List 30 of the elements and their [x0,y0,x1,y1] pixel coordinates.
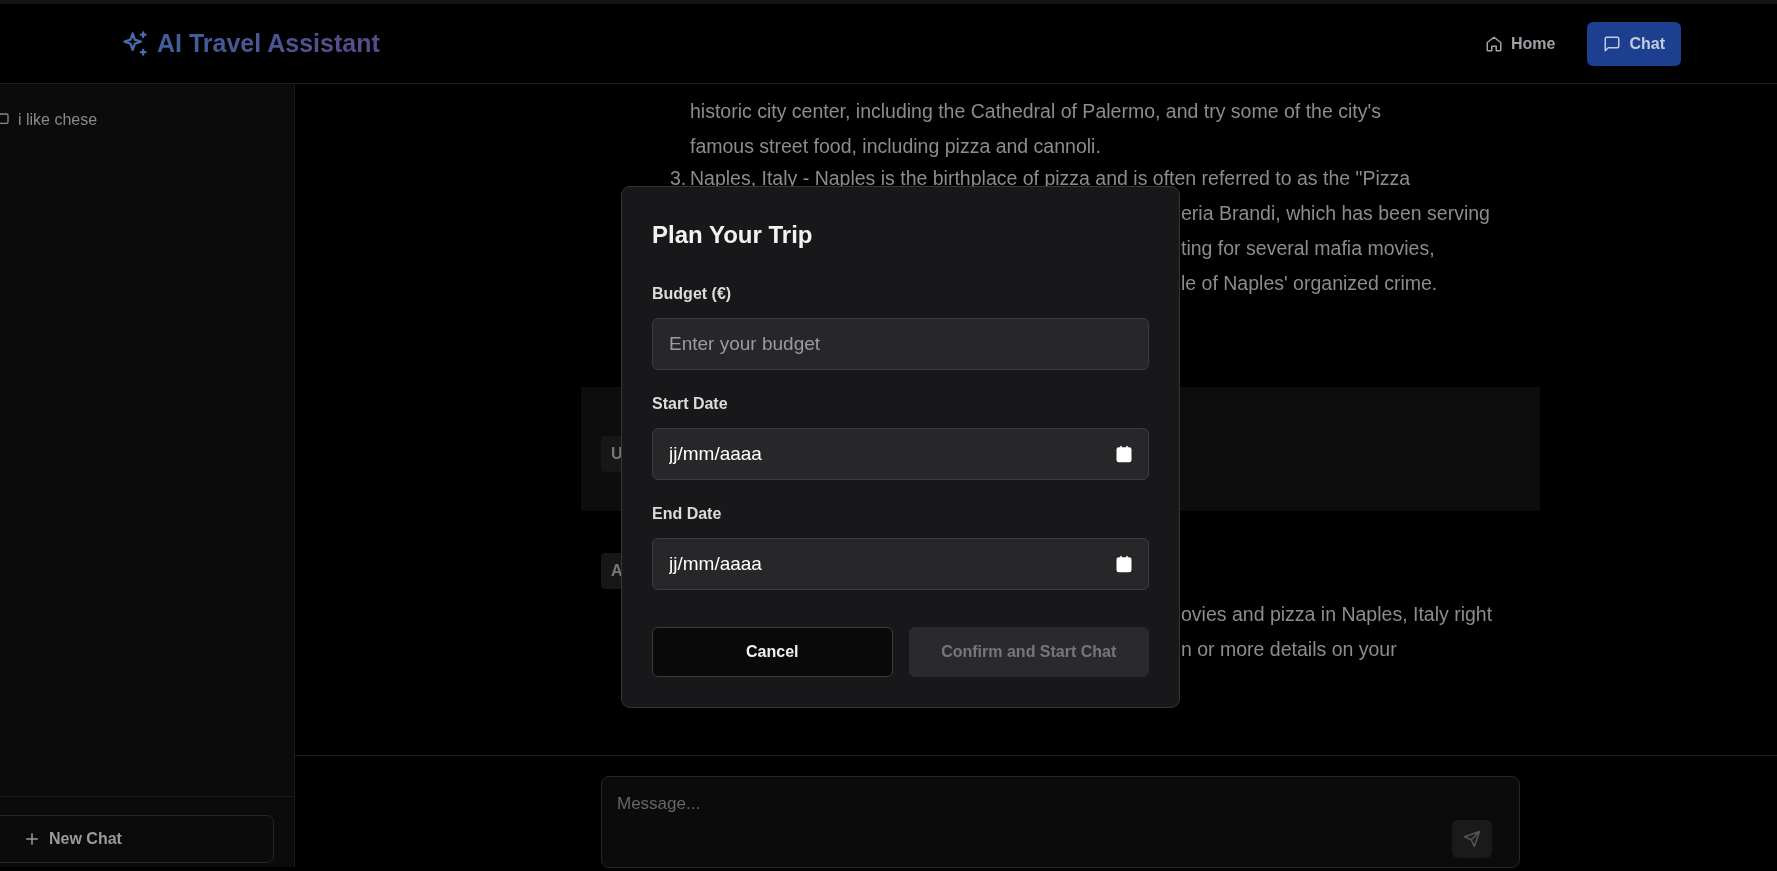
field-label: End Date [652,503,722,524]
new-chat-button[interactable]: New Chat [0,815,274,863]
chat-icon [1603,34,1622,53]
message-text: historic city center, including the Cathedral of Palermo, and try some of the city's [690,99,1382,124]
list-number: 3. [670,166,688,191]
chat-history-item[interactable]: i like chese [0,98,294,142]
sparkle-icon [121,29,149,58]
send-icon [1463,830,1481,848]
message-input[interactable]: Message... [601,776,1520,868]
home-icon [1485,34,1503,53]
date-field[interactable]: jj/mm/aaaa [652,427,1149,480]
nav-link[interactable]: Home [1469,21,1572,66]
field-label: Budget (€) [652,283,732,304]
nav-link[interactable]: Chat [1587,21,1681,66]
message-text: Naples, Italy - Naples is the birthplace of pizza and is often referred to as the "Pizza [690,166,1411,191]
message-text: n or more details on your [1181,638,1397,660]
message-text: eria Brandi, which has been serving [1181,202,1490,224]
calendar-icon [1115,444,1133,463]
message-text: le of Naples' organized crime. [1181,272,1438,294]
plus-icon [23,830,41,848]
message-text: ting for several mafia movies, [1181,237,1435,259]
cancel-button[interactable]: Cancel [652,626,893,677]
date-field[interactable]: jj/mm/aaaa [652,537,1149,590]
dialog-title: Plan Your Trip [652,221,814,250]
field-label: Start Date [652,393,728,414]
message-text: ovies and pizza in Naples, Italy right [1181,603,1493,625]
budget-field[interactable]: Enter your budget [652,317,1149,370]
calendar-icon [1115,554,1133,573]
send-button[interactable] [1452,820,1492,858]
message-text: famous street food, including pizza and cannoli. [690,134,1102,159]
